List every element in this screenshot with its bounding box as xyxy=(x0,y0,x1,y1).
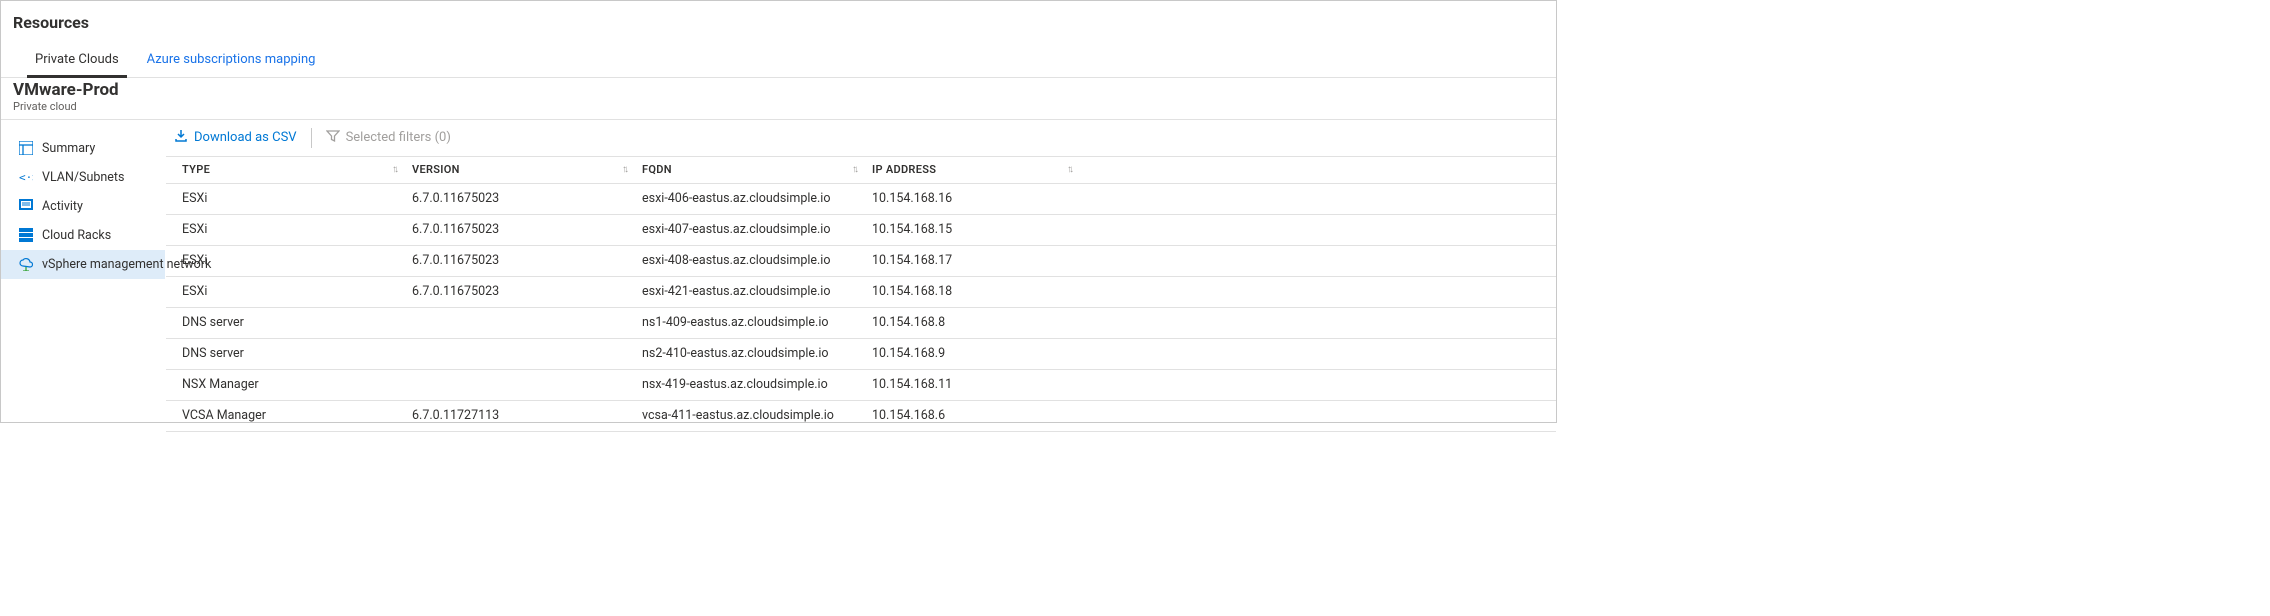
cell-version: 6.7.0.11675023 xyxy=(412,191,642,206)
cell-fqdn: ns2-410-eastus.az.cloudsimple.io xyxy=(642,346,872,361)
cell-version: 6.7.0.11727113 xyxy=(412,408,642,423)
sidebar-item-label: Summary xyxy=(42,141,95,156)
tab-azure-subscriptions[interactable]: Azure subscriptions mapping xyxy=(133,44,330,77)
activity-icon xyxy=(19,199,33,213)
cell-fqdn: esxi-406-eastus.az.cloudsimple.io xyxy=(642,191,872,206)
download-icon xyxy=(174,129,188,147)
toolbar-separator xyxy=(311,128,312,148)
cell-type: DNS server xyxy=(182,346,412,361)
col-fqdn[interactable]: FQDN ↑↓ xyxy=(642,163,872,176)
table-row[interactable]: ESXi6.7.0.11675023esxi-407-eastus.az.clo… xyxy=(166,215,1556,246)
toolbar: Download as CSV Selected filters (0) xyxy=(166,120,1556,156)
col-label: IP ADDRESS xyxy=(872,163,936,176)
filters-button[interactable]: Selected filters (0) xyxy=(326,129,451,147)
cell-type: ESXi xyxy=(182,191,412,206)
cell-fqdn: esxi-421-eastus.az.cloudsimple.io xyxy=(642,284,872,299)
table-row[interactable]: ESXi6.7.0.11675023esxi-421-eastus.az.clo… xyxy=(166,277,1556,308)
table-row[interactable]: DNS server ns2-410-eastus.az.cloudsimple.… xyxy=(166,339,1556,370)
cell-fqdn: ns1-409-eastus.az.cloudsimple.io xyxy=(642,315,872,330)
page-title: Resources xyxy=(1,1,1556,44)
sidebar-item-label: Cloud Racks xyxy=(42,228,111,243)
racks-icon xyxy=(19,228,33,242)
cloud-name: VMware-Prod xyxy=(13,81,1556,100)
cell-ip: 10.154.168.15 xyxy=(872,222,1087,237)
vsphere-icon xyxy=(19,257,33,271)
sort-icon: ↑↓ xyxy=(1067,164,1071,175)
cell-ip: 10.154.168.11 xyxy=(872,377,1087,392)
cell-ip: 10.154.168.9 xyxy=(872,346,1087,361)
sidebar-item-activity[interactable]: Activity xyxy=(1,192,165,221)
table-row[interactable]: ESXi6.7.0.11675023esxi-406-eastus.az.clo… xyxy=(166,184,1556,215)
cell-type: NSX Manager xyxy=(182,377,412,392)
cell-fqdn: esxi-408-eastus.az.cloudsimple.io xyxy=(642,253,872,268)
cell-fqdn: esxi-407-eastus.az.cloudsimple.io xyxy=(642,222,872,237)
col-label: TYPE xyxy=(182,163,210,176)
download-csv-button[interactable]: Download as CSV xyxy=(174,129,297,147)
sort-icon: ↑↓ xyxy=(622,164,626,175)
sidebar: Summary <·> VLAN/Subnets Activity Cloud … xyxy=(1,120,165,429)
cloud-header: VMware-Prod Private cloud xyxy=(1,78,1556,120)
sidebar-item-summary[interactable]: Summary xyxy=(1,134,165,163)
sidebar-item-cloud-racks[interactable]: Cloud Racks xyxy=(1,221,165,250)
cell-type: ESXi xyxy=(182,253,412,268)
tab-private-clouds[interactable]: Private Clouds xyxy=(21,44,133,77)
cell-type: ESXi xyxy=(182,222,412,237)
cell-type: VCSA Manager xyxy=(182,408,412,423)
cell-ip: 10.154.168.17 xyxy=(872,253,1087,268)
sidebar-item-vsphere-mgmt[interactable]: vSphere management network xyxy=(1,250,165,279)
table-row[interactable]: VCSA Manager6.7.0.11727113vcsa-411-eastu… xyxy=(166,401,1556,432)
network-icon: <·> xyxy=(19,170,33,184)
cell-ip: 10.154.168.6 xyxy=(872,408,1087,423)
cell-fqdn: nsx-419-eastus.az.cloudsimple.io xyxy=(642,377,872,392)
table-row[interactable]: ESXi6.7.0.11675023esxi-408-eastus.az.clo… xyxy=(166,246,1556,277)
cell-version: 6.7.0.11675023 xyxy=(412,253,642,268)
col-ip[interactable]: IP ADDRESS ↑↓ xyxy=(872,163,1087,176)
cloud-subtitle: Private cloud xyxy=(13,100,1556,113)
summary-icon xyxy=(19,141,33,155)
sidebar-item-label: VLAN/Subnets xyxy=(42,170,124,185)
filters-label: Selected filters (0) xyxy=(346,130,451,145)
col-label: VERSION xyxy=(412,163,460,176)
svg-text:<·>: <·> xyxy=(19,171,33,184)
filter-icon xyxy=(326,129,340,147)
cell-version: 6.7.0.11675023 xyxy=(412,284,642,299)
col-type[interactable]: TYPE ↑↓ xyxy=(182,163,412,176)
table: TYPE ↑↓ VERSION ↑↓ FQDN ↑↓ IP ADDRESS ↑↓… xyxy=(166,156,1556,432)
cell-ip: 10.154.168.16 xyxy=(872,191,1087,206)
cell-type: DNS server xyxy=(182,315,412,330)
sort-icon: ↑↓ xyxy=(852,164,856,175)
cell-type: ESXi xyxy=(182,284,412,299)
table-body: ESXi6.7.0.11675023esxi-406-eastus.az.clo… xyxy=(166,184,1556,432)
col-label: FQDN xyxy=(642,163,672,176)
sort-icon: ↑↓ xyxy=(392,164,396,175)
table-row[interactable]: NSX Manager nsx-419-eastus.az.cloudsimple… xyxy=(166,370,1556,401)
sidebar-item-vlan-subnets[interactable]: <·> VLAN/Subnets xyxy=(1,163,165,192)
tabs-bar: Private Clouds Azure subscriptions mappi… xyxy=(1,44,1556,78)
main-panel: Download as CSV Selected filters (0) TYP… xyxy=(165,120,1556,429)
cell-ip: 10.154.168.8 xyxy=(872,315,1087,330)
cell-version: 6.7.0.11675023 xyxy=(412,222,642,237)
cell-ip: 10.154.168.18 xyxy=(872,284,1087,299)
table-header: TYPE ↑↓ VERSION ↑↓ FQDN ↑↓ IP ADDRESS ↑↓ xyxy=(166,156,1556,184)
sidebar-item-label: Activity xyxy=(42,199,83,214)
download-csv-label: Download as CSV xyxy=(194,130,297,145)
table-row[interactable]: DNS server ns1-409-eastus.az.cloudsimple.… xyxy=(166,308,1556,339)
cell-fqdn: vcsa-411-eastus.az.cloudsimple.io xyxy=(642,408,872,423)
col-version[interactable]: VERSION ↑↓ xyxy=(412,163,642,176)
